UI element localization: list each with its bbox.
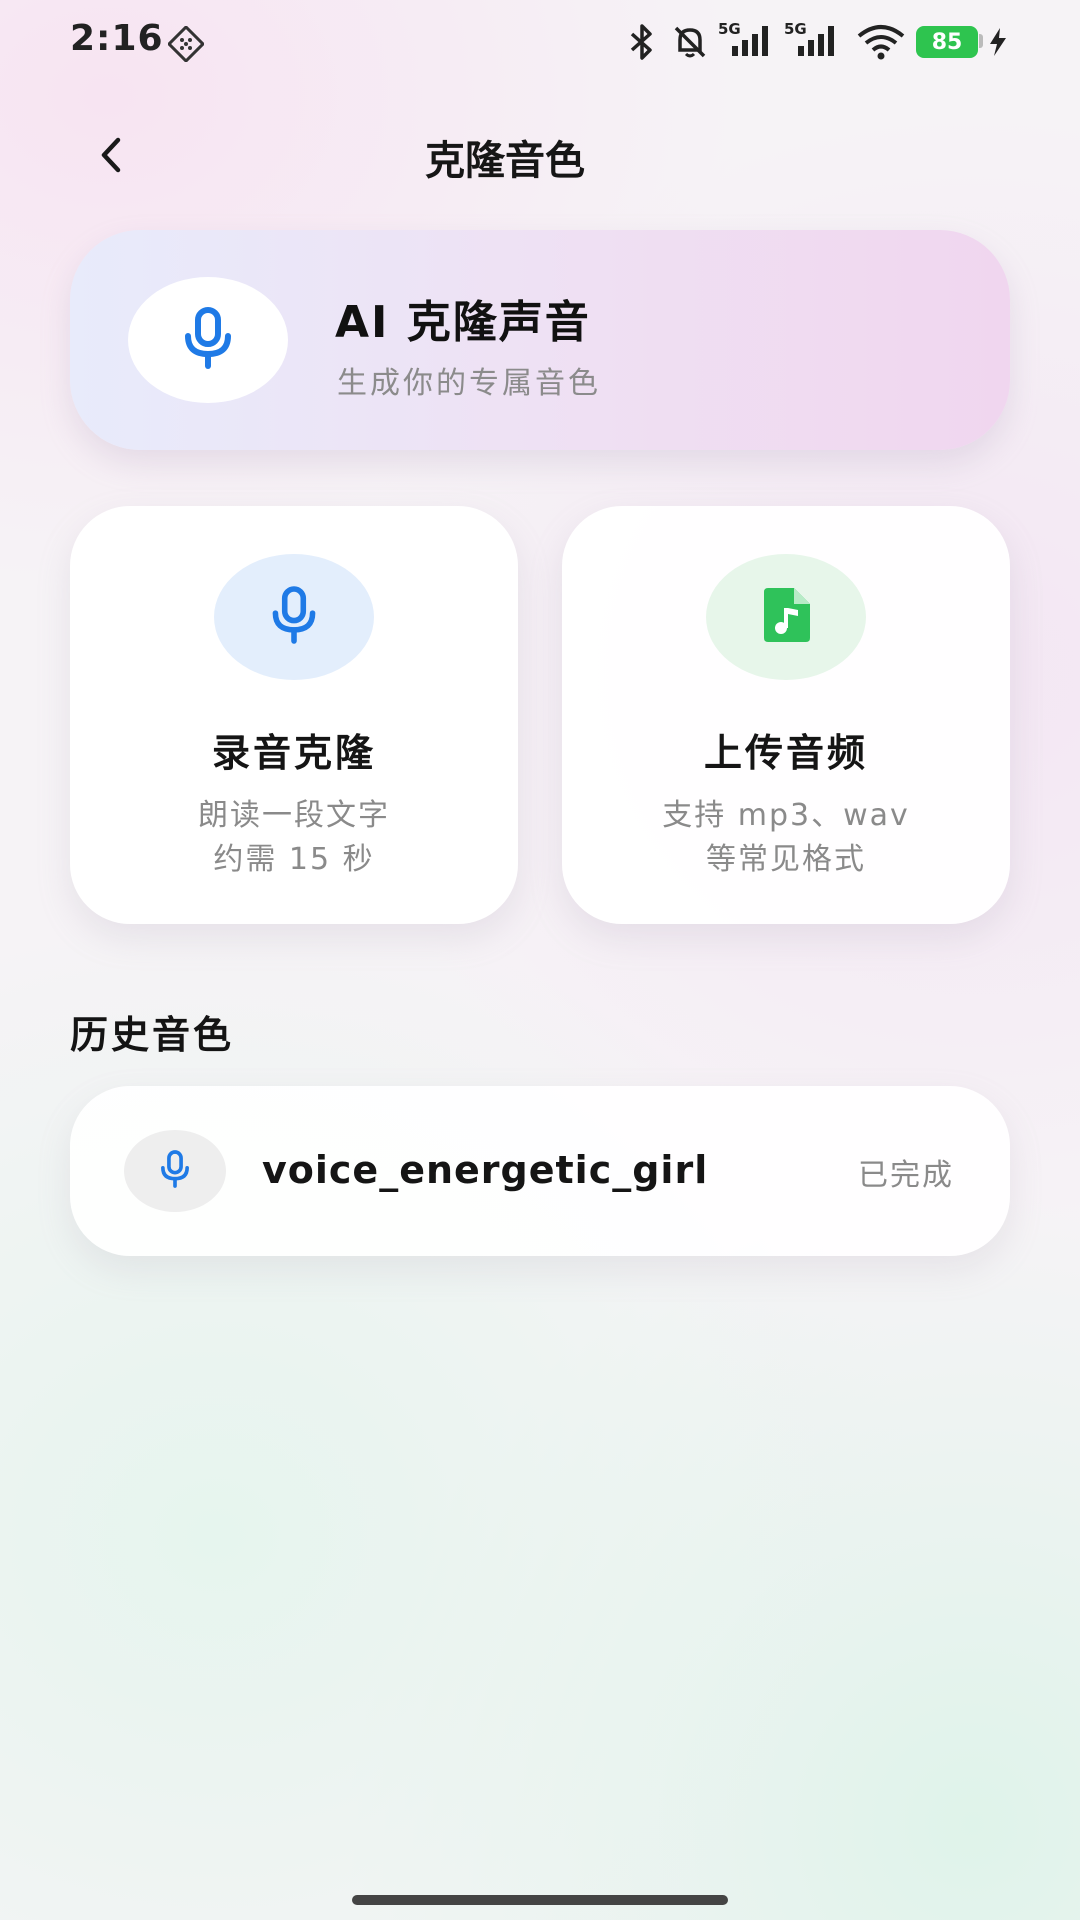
- status-time: 2:16: [70, 18, 164, 59]
- upload-audio-card[interactable]: 上传音频 支持 mp3、wav 等常见格式: [562, 506, 1010, 924]
- upload-audio-desc-2: 等常见格式: [706, 842, 866, 877]
- history-item[interactable]: voice_energetic_girl 已完成: [70, 1086, 1010, 1256]
- microphone-icon: [180, 306, 236, 374]
- status-bar: 2:16 5G 5G 85: [0, 0, 1080, 84]
- bell-off-icon: [670, 22, 710, 66]
- upload-icon-circle: [706, 554, 866, 680]
- history-section-title: 历史音色: [70, 1013, 235, 1057]
- history-item-status: 已完成: [858, 1158, 954, 1193]
- history-icon-circle: [124, 1130, 226, 1212]
- record-clone-desc-1: 朗读一段文字: [198, 798, 390, 833]
- hero-icon-circle: [128, 277, 288, 403]
- dots-app-icon: [166, 24, 206, 66]
- history-item-name: voice_energetic_girl: [262, 1148, 709, 1192]
- microphone-icon: [268, 585, 320, 649]
- signal-icon: 5G: [784, 20, 846, 64]
- battery-tip: [979, 34, 983, 48]
- ai-clone-hero-card: AI 克隆声音 生成你的专属音色: [70, 230, 1010, 450]
- charging-icon: [988, 26, 1008, 62]
- signal-label-1: 5G: [718, 20, 741, 38]
- upload-audio-title: 上传音频: [703, 731, 868, 775]
- page-title: 克隆音色: [425, 138, 585, 184]
- upload-audio-desc-1: 支持 mp3、wav: [662, 798, 910, 833]
- record-clone-title: 录音克隆: [211, 731, 376, 775]
- home-indicator[interactable]: [352, 1895, 728, 1905]
- record-clone-desc-2: 约需 15 秒: [213, 842, 375, 877]
- record-clone-card[interactable]: 录音克隆 朗读一段文字 约需 15 秒: [70, 506, 518, 924]
- battery-icon: 85: [916, 26, 978, 58]
- bluetooth-icon: [624, 22, 660, 66]
- signal-label-2: 5G: [784, 20, 807, 38]
- wifi-icon: [856, 24, 906, 64]
- hero-title: AI 克隆声音: [335, 297, 591, 348]
- hero-subtitle: 生成你的专属音色: [337, 366, 601, 401]
- microphone-icon: [158, 1149, 192, 1193]
- signal-icon: 5G: [718, 20, 780, 64]
- music-file-icon: [758, 586, 814, 648]
- record-icon-circle: [214, 554, 374, 680]
